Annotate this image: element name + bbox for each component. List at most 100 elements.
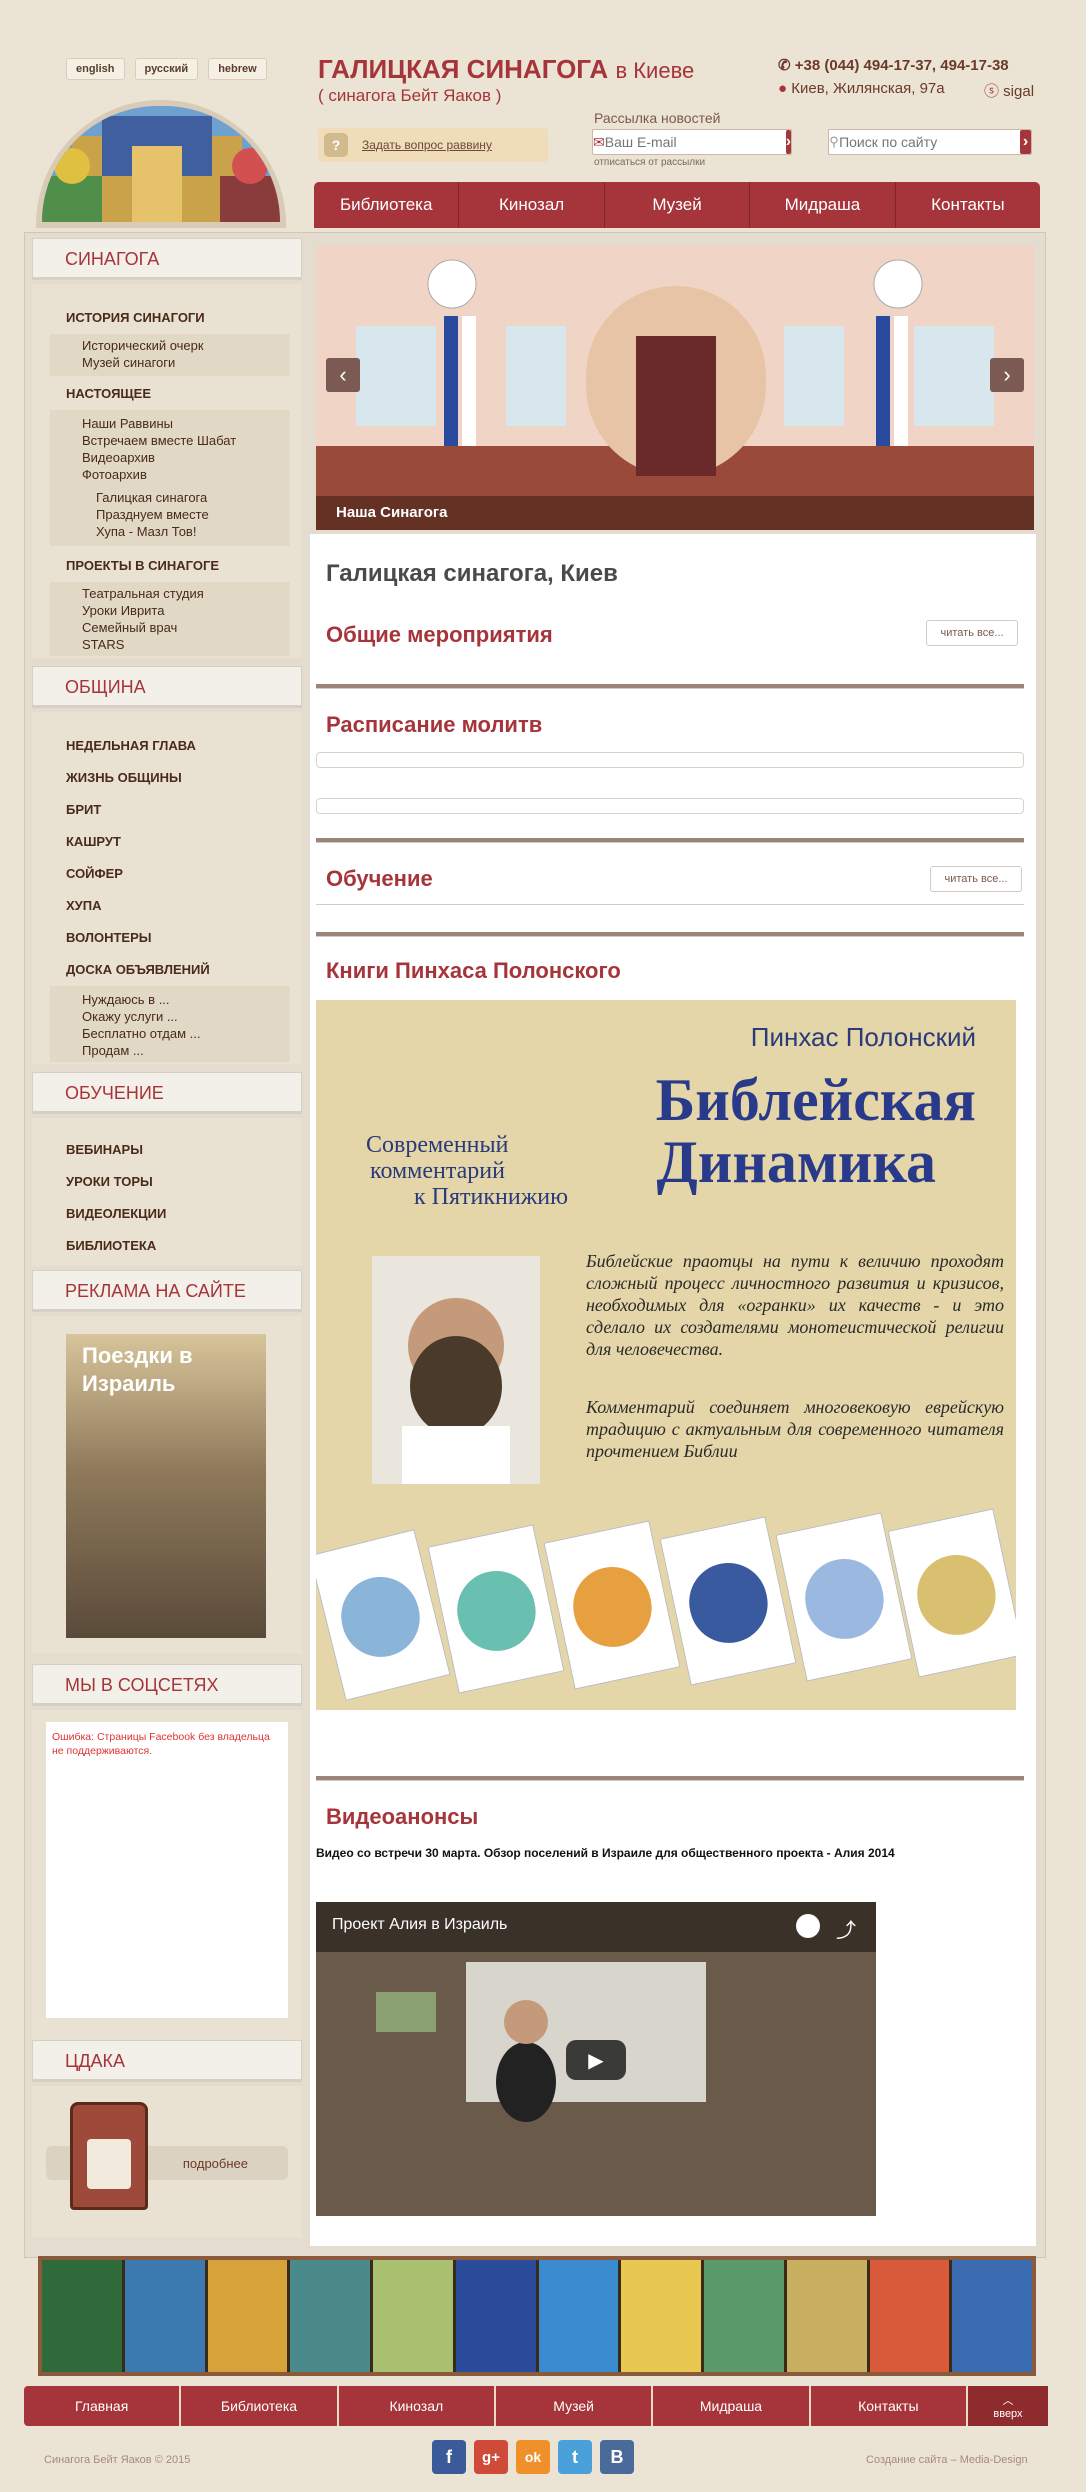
lang-english[interactable]: english (66, 58, 125, 80)
book-description-1: Библейские праотцы на пути к величию про… (586, 1251, 1004, 1359)
phone-icon: ✆ (778, 57, 795, 74)
sidebar-item-volunteers[interactable]: ВОЛОНТЕРЫ (66, 930, 151, 945)
sidebar-item-webinars[interactable]: ВЕБИНАРЫ (66, 1142, 143, 1157)
sidebar-item-sofer[interactable]: СОЙФЕР (66, 866, 123, 881)
footer-nav-library[interactable]: Библиотека (181, 2386, 339, 2426)
stained-glass-logo[interactable] (36, 100, 286, 228)
odnoklassniki-icon[interactable]: ok (516, 2440, 550, 2474)
sidebar-item-photo-archive[interactable]: Фотоархив (82, 467, 147, 482)
site-credit[interactable]: Создание сайта – Media-Design (866, 2454, 1028, 2466)
page-title: Галицкая синагога, Киев (326, 560, 618, 587)
title-main: ГАЛИЦКАЯ СИНАГОГА (318, 54, 609, 84)
slider-prev-icon[interactable]: ‹ (326, 358, 360, 392)
study-read-all-button[interactable]: читать все... (930, 866, 1022, 892)
tzedaka-box-icon[interactable] (70, 2102, 148, 2210)
lang-russian[interactable]: русский (134, 58, 199, 80)
study-title[interactable]: Обучение (326, 866, 433, 892)
share-icon[interactable]: ⤴ (836, 1914, 856, 1943)
footer-nav-home[interactable]: Главная (24, 2386, 182, 2426)
image-slider[interactable]: ‹ › Наша Синагога (316, 246, 1034, 530)
events-read-all-button[interactable]: читать все... (926, 620, 1018, 646)
video-title: Видеоанонсы (326, 1804, 479, 1829)
sidebar-item-museum[interactable]: Музей синагоги (82, 355, 175, 370)
sidebar-item-history-essay[interactable]: Исторический очерк (82, 338, 204, 353)
book-title-2: Динамика (656, 1129, 936, 1195)
banner-text: Поездки в Израиль (82, 1343, 193, 1396)
sidebar-item-offer[interactable]: Окажу услуги ... (82, 1009, 178, 1024)
events-title[interactable]: Общие мероприятия (326, 622, 553, 648)
sidebar-item-board[interactable]: ДОСКА ОБЪЯВЛЕНИЙ (66, 962, 210, 977)
sidebar-item-galician-synagogue[interactable]: Галицкая синагога (96, 490, 207, 505)
sidebar-item-hebrew[interactable]: Уроки Иврита (82, 603, 164, 618)
nav-contacts[interactable]: Контакты (896, 182, 1040, 228)
sidebar-item-video-lectures[interactable]: ВИДЕОЛЕКЦИИ (66, 1206, 166, 1221)
divider (316, 838, 1024, 843)
newsletter-form: ✉ › (592, 129, 792, 155)
sidebar-item-chuppah[interactable]: Хупа - Мазл Тов! (96, 524, 196, 539)
prayers-title[interactable]: Расписание молитв (326, 712, 542, 738)
footer-nav-contacts[interactable]: Контакты (811, 2386, 968, 2426)
nav-cinema[interactable]: Кинозал (459, 182, 605, 228)
sidebar-item-library[interactable]: БИБЛИОТЕКА (66, 1238, 156, 1253)
book-title-1: Библейская (655, 1067, 976, 1133)
sidebar-item-history[interactable]: ИСТОРИЯ СИНАГОГИ (66, 310, 205, 325)
sidebar-item-present[interactable]: НАСТОЯЩЕЕ (66, 386, 151, 401)
newsletter-submit-button[interactable]: › (785, 130, 792, 154)
sidebar-item-torah-lessons[interactable]: УРОКИ ТОРЫ (66, 1174, 153, 1189)
email-field[interactable] (604, 134, 786, 150)
lang-hebrew[interactable]: hebrew (208, 58, 267, 80)
address: ● Киев, Жилянская, 97а (778, 80, 945, 97)
synagogue-hall-photo (316, 246, 1034, 530)
sidebar-item-kashrut[interactable]: КАШРУТ (66, 834, 121, 849)
sidebar-item-brit[interactable]: БРИТ (66, 802, 101, 817)
video-player[interactable]: Проект Алия в Израиль ⤴ ▶ (316, 1902, 876, 2216)
unsubscribe-link[interactable]: отписаться от рассылки (594, 157, 705, 168)
nav-museum[interactable]: Музей (605, 182, 751, 228)
divider (316, 684, 1024, 689)
sidebar-item-celebrate[interactable]: Празднуем вместе (96, 507, 209, 522)
sidebar-item-rabbis[interactable]: Наши Раввины (82, 416, 173, 431)
ask-rabbi-button[interactable]: ? Задать вопрос раввину (318, 128, 548, 162)
sidebar-item-projects[interactable]: ПРОЕКТЫ В СИНАГОГЕ (66, 558, 219, 573)
sidebar-item-shabbat[interactable]: Встречаем вместе Шабат (82, 433, 236, 448)
facebook-error: Ошибка: Страницы Facebook без владельца … (52, 1731, 270, 1757)
stained-glass-stripe (38, 2256, 1036, 2376)
sidebar-item-chuppah-main[interactable]: ХУПА (66, 898, 102, 913)
search-input[interactable] (839, 134, 1021, 150)
sidebar-item-theatre[interactable]: Театральная студия (82, 586, 204, 601)
play-icon[interactable]: ▶ (566, 2040, 626, 2080)
nav-library[interactable]: Библиотека (314, 182, 460, 228)
footer-nav-cinema[interactable]: Кинозал (339, 2386, 496, 2426)
sidebar-item-video-archive[interactable]: Видеоархив (82, 450, 155, 465)
location-pin-icon: ● (778, 80, 792, 97)
sidebar-item-weekly-portion[interactable]: НЕДЕЛЬНАЯ ГЛАВА (66, 738, 196, 753)
sidebar-item-stars[interactable]: STARS (82, 637, 124, 652)
author-photo (372, 1256, 540, 1484)
sidebar-title-synagogue: СИНАГОГА (32, 238, 302, 280)
sidebar-item-community-life[interactable]: ЖИЗНЬ ОБЩИНЫ (66, 770, 182, 785)
sidebar-title-education: ОБУЧЕНИЕ (32, 1072, 302, 1114)
nav-midrasha[interactable]: Мидраша (750, 182, 896, 228)
scroll-up-button[interactable]: ︿ вверх (967, 2386, 1048, 2426)
book-subtitle-line: Современный (366, 1132, 509, 1158)
footer-nav-midrasha[interactable]: Мидраша (653, 2386, 811, 2426)
sidebar-title-tzedaka: ЦДАКА (32, 2040, 302, 2082)
footer-nav-museum[interactable]: Музей (496, 2386, 654, 2426)
israel-trips-banner[interactable]: Поездки в Израиль (66, 1334, 266, 1638)
sidebar-item-free[interactable]: Бесплатно отдам ... (82, 1026, 200, 1041)
vkontakte-icon[interactable]: B (600, 2440, 634, 2474)
book-banner[interactable]: Пинхас Полонский Библейская Динамика Сов… (316, 1000, 1016, 1710)
sidebar-item-need[interactable]: Нуждаюсь в ... (82, 992, 170, 1007)
google-plus-icon[interactable]: g+ (474, 2440, 508, 2474)
video-caption: Проект Алия в Израиль (332, 1916, 508, 1933)
skype[interactable]: ⓢ sigal (984, 80, 1034, 101)
facebook-icon[interactable]: f (432, 2440, 466, 2474)
sidebar-item-doctor[interactable]: Семейный врач (82, 620, 177, 635)
sidebar-item-sell[interactable]: Продам ... (82, 1043, 144, 1058)
slider-next-icon[interactable]: › (990, 358, 1024, 392)
book-author: Пинхас Полонский (750, 1022, 976, 1052)
watch-later-icon[interactable] (796, 1914, 820, 1938)
stained-glass-pane (952, 2260, 1032, 2372)
twitter-icon[interactable]: t (558, 2440, 592, 2474)
search-submit-button[interactable]: › (1020, 130, 1031, 154)
